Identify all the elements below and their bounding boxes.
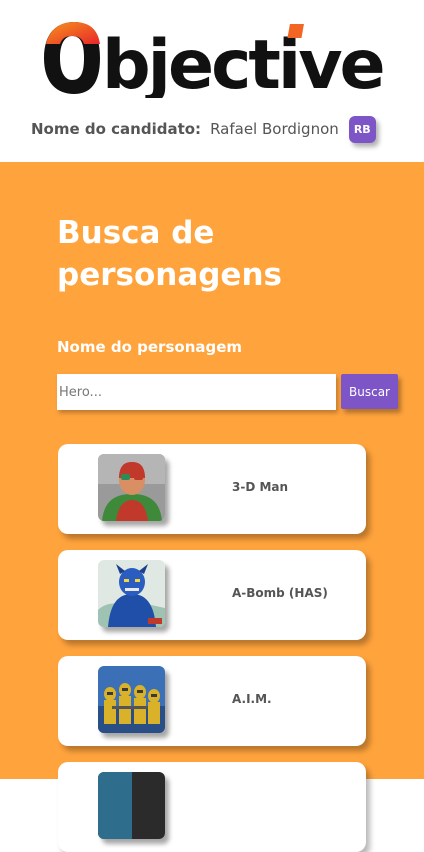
character-name-label: Nome do personagem <box>57 338 243 356</box>
avatar[interactable]: RB <box>348 115 376 143</box>
character-thumbnail <box>98 666 165 733</box>
candidate-info: Nome do candidato: Rafael Bordignon RB <box>31 115 376 143</box>
objective-logo: bjective <box>36 18 392 98</box>
search-button[interactable]: Buscar <box>341 374 398 409</box>
character-name: A-Bomb (HAS) <box>232 586 328 600</box>
candidate-name: Rafael Bordignon <box>210 120 339 138</box>
character-name: 3-D Man <box>232 480 289 494</box>
character-card[interactable]: A-Bomb (HAS) <box>58 550 366 640</box>
app-header: bjective Nome do candidato: Rafael Bordi… <box>0 0 424 162</box>
svg-text:bjective: bjective <box>102 26 383 98</box>
page-title: Busca de personagens <box>57 215 282 293</box>
character-thumbnail <box>98 560 165 627</box>
character-name: A.I.M. <box>232 692 272 706</box>
character-thumbnail <box>98 454 165 521</box>
character-thumbnail <box>98 772 165 839</box>
character-card[interactable]: A.I.M. <box>58 656 366 746</box>
candidate-label: Nome do candidato: <box>31 120 202 138</box>
search-input[interactable] <box>57 374 336 410</box>
character-card[interactable] <box>58 762 366 852</box>
search-section: Busca de personagens Nome do personagem … <box>0 162 424 852</box>
character-card[interactable]: 3-D Man <box>58 444 366 534</box>
